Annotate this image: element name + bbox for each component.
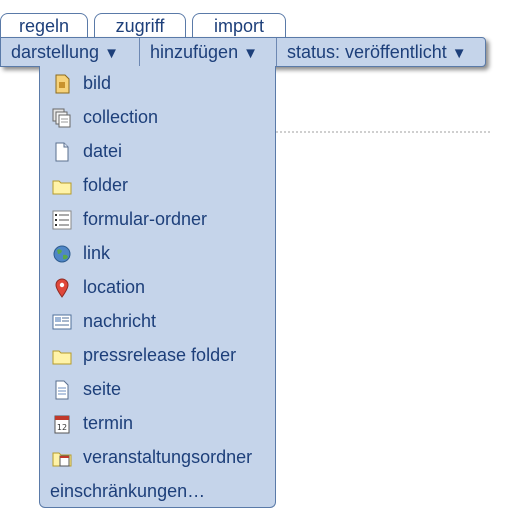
svg-text:12: 12 (57, 423, 67, 432)
menu-item-label: pressrelease folder (83, 345, 237, 365)
menu-item-location[interactable]: location (48, 272, 270, 302)
globe-icon (53, 245, 71, 263)
status-menu-button[interactable]: status: veröffentlicht ▼ (277, 38, 485, 66)
page-icon (55, 380, 69, 400)
menu-item-folder[interactable]: folder (48, 170, 270, 200)
file-icon (55, 142, 69, 162)
tab-zugriff[interactable]: zugriff (94, 13, 186, 37)
actions-toolbar: darstellung ▼ hinzufügen ▼ status: veröffe… (0, 37, 486, 67)
calendar-icon: 12 (54, 415, 70, 434)
menu-item-label: bild (83, 73, 112, 93)
event-folder-icon (52, 452, 72, 467)
menu-item-pressrelease-folder[interactable]: pressrelease folder (48, 340, 270, 370)
form-folder-icon (52, 210, 72, 230)
menu-item-termin[interactable]: 12 termin (48, 408, 270, 438)
menu-item-bild[interactable]: bild (48, 68, 270, 98)
dropdown-arrow-icon: ▼ (104, 45, 119, 62)
menu-item-seite[interactable]: seite (48, 374, 270, 404)
menu-item-label: termin (83, 413, 134, 433)
menu-item-label: datei (83, 141, 123, 161)
menu-item-collection[interactable]: collection (48, 102, 270, 132)
darstellung-menu-button[interactable]: darstellung ▼ (1, 38, 139, 66)
map-pin-icon (55, 278, 69, 298)
menu-item-formular-ordner[interactable]: formular-ordner (48, 204, 270, 234)
content-tabs: regeln zugriff import (0, 0, 510, 40)
menu-item-label: collection (83, 107, 159, 127)
folder-icon (52, 180, 72, 195)
menu-item-label: folder (83, 175, 129, 195)
hinzufuegen-menu-button[interactable]: hinzufügen ▼ (140, 38, 275, 66)
menu-item-label: link (83, 243, 111, 263)
tab-regeln[interactable]: regeln (0, 13, 88, 37)
dropdown-arrow-icon: ▼ (243, 45, 258, 62)
toolbar-item-label: darstellung (11, 42, 100, 62)
restrictions-link[interactable]: einschränkungen… (50, 478, 205, 504)
menu-item-label: formular-ordner (83, 209, 208, 229)
tab-label: regeln (18, 16, 70, 36)
menu-item-label: location (83, 277, 146, 297)
tab-import[interactable]: import (192, 13, 286, 37)
menu-item-veranstaltungsordner[interactable]: veranstaltungsordner (48, 442, 270, 472)
tab-label: import (213, 16, 264, 36)
tab-label: zugriff (115, 16, 165, 36)
menu-item-nachricht[interactable]: nachricht (48, 306, 270, 336)
toolbar-item-label: hinzufügen (150, 42, 239, 62)
menu-item-label: nachricht (83, 311, 157, 331)
news-icon (52, 314, 72, 330)
toolbar-item-label: status: veröffentlicht (287, 42, 447, 62)
menu-item-label: seite (83, 379, 122, 399)
dropdown-arrow-icon: ▼ (451, 45, 467, 62)
menu-item-datei[interactable]: datei (48, 136, 270, 166)
content-divider (276, 131, 490, 133)
menu-item-label: veranstaltungsordner (83, 447, 253, 467)
image-icon (55, 74, 70, 94)
menu-item-link[interactable]: link (48, 238, 270, 268)
add-item-dropdown-menu: bild collection datei folder formular-or… (39, 66, 276, 508)
folder-icon (52, 350, 72, 365)
collection-icon (52, 108, 71, 128)
